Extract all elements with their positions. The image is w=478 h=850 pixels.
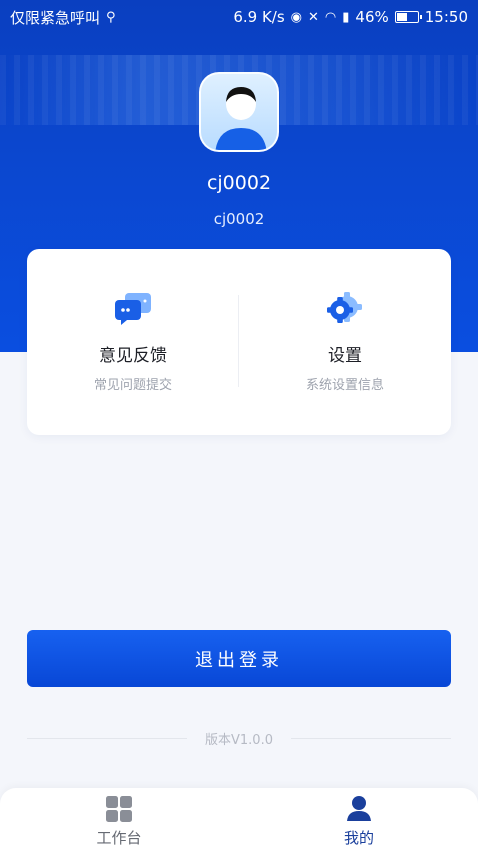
feedback-subtitle: 常见问题提交 (93, 378, 172, 393)
carrier-text: 仅限紧急呼叫 (10, 8, 101, 27)
battery-icon (394, 11, 422, 23)
usb-icon: ⚲ (106, 9, 116, 25)
tab-workbench-label: 工作台 (96, 829, 142, 847)
settings-subtitle: 系统设置信息 (305, 378, 384, 393)
mute-icon: ✕ (308, 9, 319, 25)
user-name: cj0002 (206, 172, 272, 194)
feedback-chat-icon (115, 293, 151, 325)
bottom-tab-bar: 工作台 我的 (0, 788, 478, 850)
quick-actions-card: 意见反馈 常见问题提交 设置 系统设置信息 (27, 249, 451, 435)
battery-percent: 46% (355, 8, 389, 26)
version-divider-right (291, 737, 452, 739)
clock: 15:50 (424, 8, 468, 26)
version-text: 版本V1.0.0 (205, 732, 273, 748)
version-info: 版本V1.0.0 (27, 728, 452, 748)
tab-mine-label: 我的 (343, 829, 374, 847)
grid-icon (106, 796, 132, 822)
settings-button[interactable]: 设置 系统设置信息 (239, 249, 451, 435)
feedback-title: 意见反馈 (99, 346, 167, 366)
status-bar: 仅限紧急呼叫 ⚲ 6.9 K/s ◉ ✕ ◠ ▮ 46% 15:50 (0, 0, 478, 34)
logout-button[interactable]: 退出登录 (27, 630, 451, 687)
feedback-button[interactable]: 意见反馈 常见问题提交 (27, 249, 239, 435)
signal-icon: ▮ (342, 9, 350, 25)
person-avatar-icon (215, 87, 267, 150)
network-speed: 6.9 K/s (233, 8, 285, 26)
settings-title: 设置 (328, 346, 362, 366)
tab-mine[interactable]: 我的 (299, 788, 419, 850)
location-icon: ◉ (290, 9, 303, 25)
person-icon (347, 796, 371, 821)
user-account: cj0002 (213, 210, 265, 228)
version-divider-left (27, 737, 188, 739)
avatar[interactable] (199, 72, 279, 152)
tab-workbench[interactable]: 工作台 (59, 788, 179, 850)
gear-icon (327, 292, 362, 323)
wifi-icon: ◠ (324, 9, 337, 25)
